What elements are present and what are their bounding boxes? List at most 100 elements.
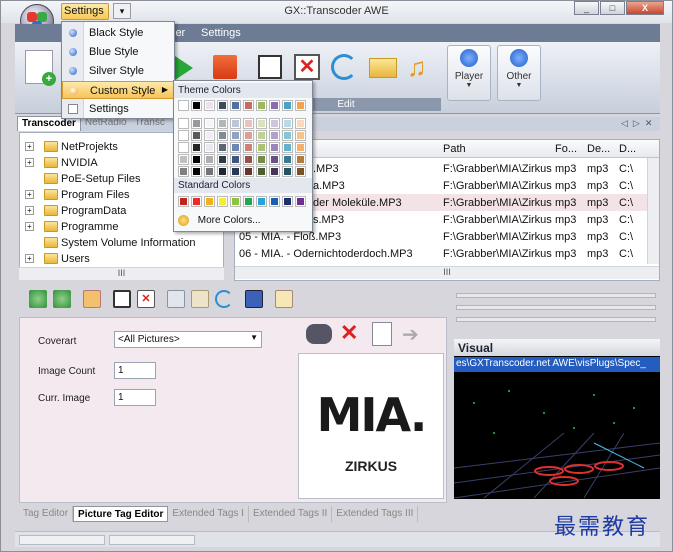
paste-icon[interactable] — [191, 290, 209, 308]
select-all-icon[interactable] — [113, 290, 131, 308]
theme-color-swatch[interactable] — [230, 166, 241, 177]
theme-color-swatch[interactable] — [295, 130, 306, 141]
theme-color-swatch[interactable] — [204, 154, 215, 165]
theme-color-swatch[interactable] — [204, 118, 215, 129]
volume-slider[interactable] — [456, 293, 656, 298]
theme-color-swatch[interactable] — [217, 154, 228, 165]
theme-color-swatch[interactable] — [243, 142, 254, 153]
visual-plugin-path[interactable]: es\GXTranscoder.net AWE\visPlugs\Spec_ — [454, 357, 660, 372]
tree-item[interactable]: System Volume Information — [44, 235, 196, 250]
standard-color-swatch[interactable] — [256, 196, 267, 207]
tree-item[interactable]: + ProgramData — [25, 203, 126, 218]
stop-icon[interactable] — [213, 55, 237, 79]
theme-color-swatch[interactable] — [295, 118, 306, 129]
theme-color-swatch[interactable] — [230, 154, 241, 165]
grid-vscrollbar[interactable] — [647, 158, 659, 264]
pane-next-icon[interactable]: ▷ — [633, 118, 640, 129]
theme-color-swatch[interactable] — [269, 100, 280, 111]
coverart-select[interactable]: <All Pictures> ▼ — [114, 331, 262, 348]
qat-customize-button[interactable]: ▾ — [113, 3, 131, 19]
select-icon[interactable] — [258, 55, 282, 79]
tree-item[interactable]: PoE-Setup Files — [44, 171, 140, 186]
grid-hscrollbar[interactable]: III — [235, 266, 659, 279]
theme-color-swatch[interactable] — [178, 130, 189, 141]
theme-color-swatch[interactable] — [256, 154, 267, 165]
list-view-icon[interactable] — [83, 290, 101, 308]
add-pictures-alt-icon[interactable] — [53, 290, 71, 308]
theme-color-swatch[interactable] — [204, 130, 215, 141]
maximize-button[interactable]: □ — [600, 1, 625, 15]
theme-color-swatch[interactable] — [243, 154, 254, 165]
theme-color-swatch[interactable] — [269, 130, 280, 141]
theme-color-swatch[interactable] — [295, 100, 306, 111]
theme-color-swatch[interactable] — [204, 142, 215, 153]
theme-color-swatch[interactable] — [217, 142, 228, 153]
tree-item[interactable]: + NetProjekts — [25, 139, 118, 154]
theme-color-swatch[interactable] — [256, 100, 267, 111]
theme-color-swatch[interactable] — [282, 100, 293, 111]
standard-color-swatch[interactable] — [243, 196, 254, 207]
standard-color-swatch[interactable] — [295, 196, 306, 207]
ribbon-tab-settings[interactable]: Settings — [201, 27, 241, 39]
theme-color-swatch[interactable] — [230, 130, 241, 141]
theme-color-swatch[interactable] — [191, 118, 202, 129]
standard-color-swatch[interactable] — [230, 196, 241, 207]
copy-icon[interactable] — [167, 290, 185, 308]
tree-hscrollbar[interactable]: III — [19, 267, 224, 280]
theme-color-swatch[interactable] — [191, 166, 202, 177]
add-pictures-icon[interactable] — [29, 290, 47, 308]
theme-color-swatch[interactable] — [295, 142, 306, 153]
play-icon[interactable] — [175, 56, 193, 80]
standard-color-swatch[interactable] — [204, 196, 215, 207]
theme-color-swatch[interactable] — [243, 100, 254, 111]
theme-color-swatch[interactable] — [217, 100, 228, 111]
tab-tag-editor[interactable]: Tag Editor — [19, 506, 74, 522]
menu-item-blue-style[interactable]: Blue Style — [62, 43, 174, 61]
theme-color-swatch[interactable] — [243, 118, 254, 129]
table-row[interactable]: 06 - MIA. - Odernichtoderdoch.MP3 F:\Grab… — [235, 245, 659, 262]
theme-color-swatch[interactable] — [282, 142, 293, 153]
curr-image-field[interactable]: 1 — [114, 389, 156, 406]
theme-color-swatch[interactable] — [269, 118, 280, 129]
theme-color-swatch[interactable] — [230, 100, 241, 111]
minimize-button[interactable]: _ — [574, 1, 599, 15]
music-note-icon[interactable]: ♫ — [407, 52, 427, 83]
menu-item-black-style[interactable]: Black Style — [62, 24, 174, 42]
theme-color-swatch[interactable] — [282, 154, 293, 165]
folder-icon[interactable] — [369, 58, 397, 78]
image-count-field[interactable]: 1 — [114, 362, 156, 379]
tab-extended-tags-2[interactable]: Extended Tags II — [249, 506, 333, 522]
save-icon[interactable] — [245, 290, 263, 308]
refresh-icon[interactable] — [215, 290, 233, 308]
theme-color-swatch[interactable] — [178, 154, 189, 165]
balance-slider[interactable] — [456, 305, 656, 310]
theme-color-swatch[interactable] — [269, 166, 280, 177]
col-header-fo[interactable]: Fo... — [555, 143, 577, 155]
pane-close-icon[interactable]: ✕ — [645, 118, 653, 129]
theme-color-swatch[interactable] — [256, 142, 267, 153]
tree-item[interactable]: + Programme — [25, 219, 118, 234]
theme-color-swatch[interactable] — [243, 130, 254, 141]
menu-item-custom-style[interactable]: Custom Style ▶ — [62, 81, 174, 99]
menu-item-settings[interactable]: Settings — [62, 100, 174, 118]
theme-color-swatch[interactable] — [269, 154, 280, 165]
binoculars-icon[interactable] — [306, 324, 332, 344]
theme-color-swatch[interactable] — [256, 118, 267, 129]
delete-picture-icon[interactable]: ✕ — [340, 320, 358, 346]
standard-color-swatch[interactable] — [282, 196, 293, 207]
next-arrow-icon[interactable]: ➔ — [402, 322, 419, 347]
theme-color-swatch[interactable] — [269, 142, 280, 153]
theme-color-swatch[interactable] — [217, 118, 228, 129]
standard-color-swatch[interactable] — [217, 196, 228, 207]
tree-item[interactable]: + Users — [25, 251, 90, 266]
more-colors-button[interactable]: More Colors... — [178, 215, 310, 231]
close-button[interactable]: X — [626, 1, 664, 15]
qat-settings-button[interactable]: Settings ▾ — [61, 3, 109, 28]
properties-icon[interactable] — [275, 290, 293, 308]
theme-color-swatch[interactable] — [230, 118, 241, 129]
theme-color-swatch[interactable] — [178, 118, 189, 129]
theme-color-swatch[interactable] — [282, 166, 293, 177]
theme-color-swatch[interactable] — [217, 166, 228, 177]
refresh-icon[interactable] — [331, 54, 357, 80]
tab-picture-tag-editor[interactable]: Picture Tag Editor — [73, 506, 169, 522]
